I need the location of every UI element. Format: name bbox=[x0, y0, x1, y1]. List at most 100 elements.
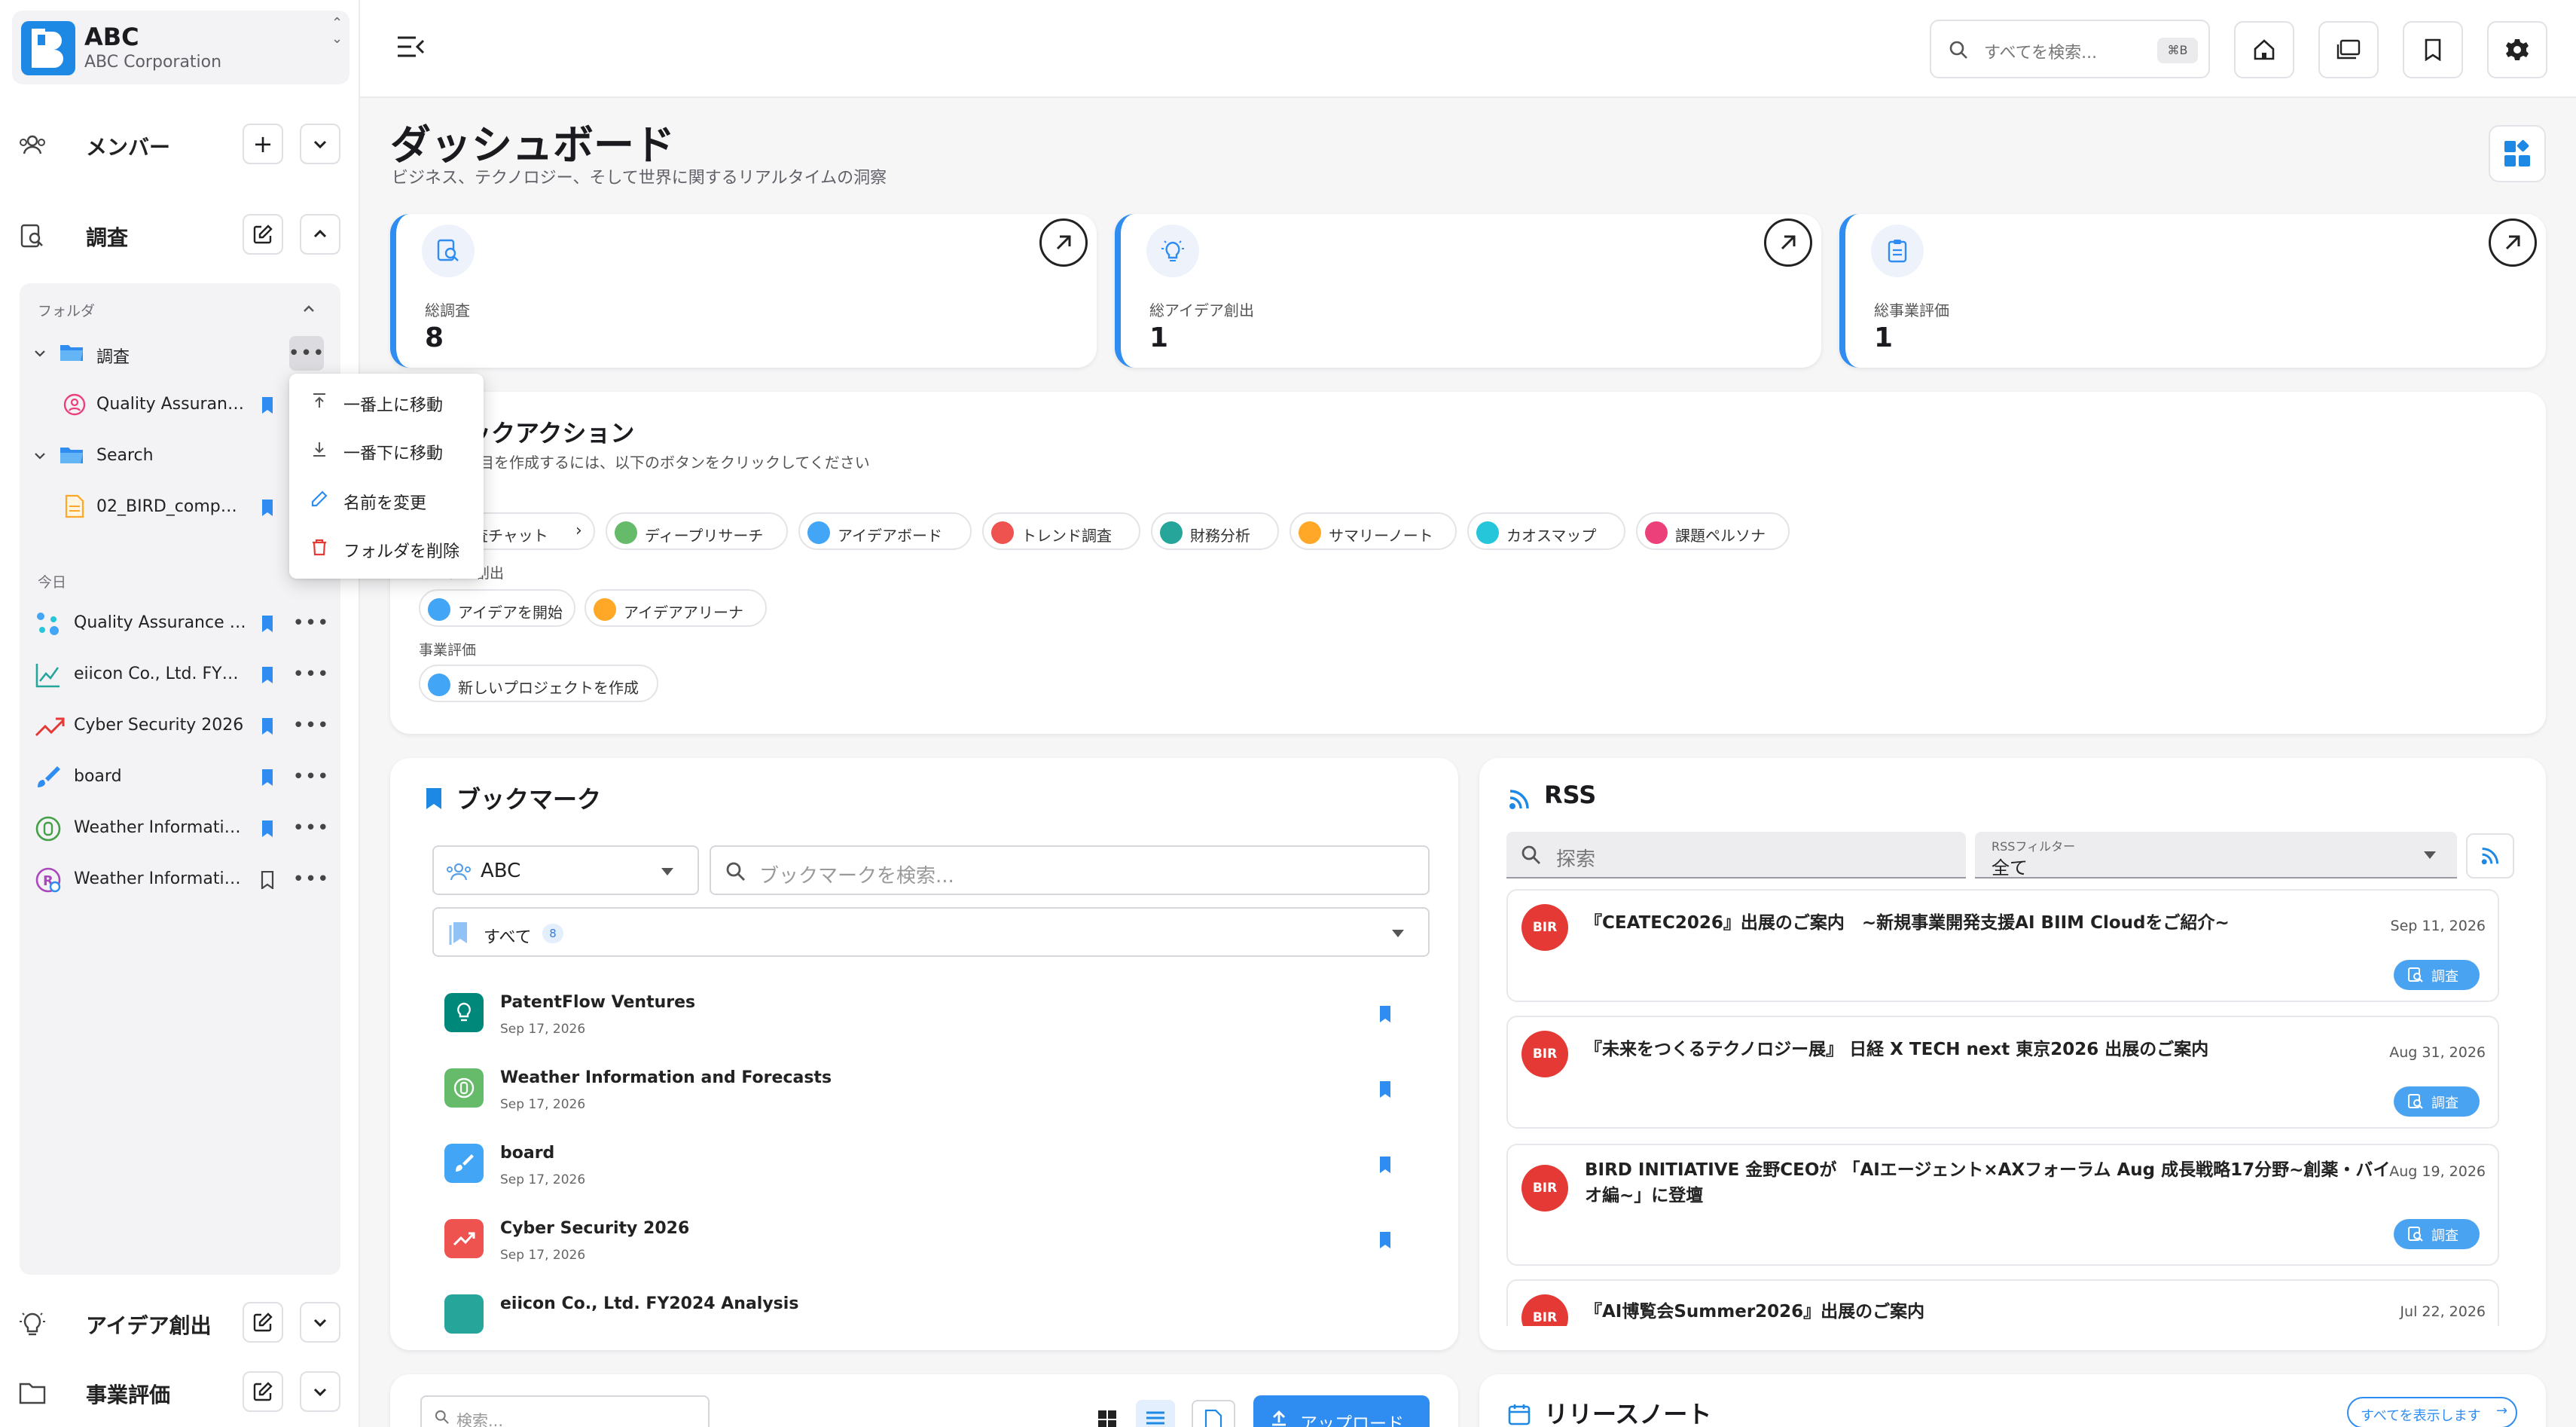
chip-new-project[interactable]: 新しいプロジェクトを作成 bbox=[419, 665, 658, 702]
arrow-up-right-icon[interactable] bbox=[2489, 218, 2537, 267]
bookmark-search-input[interactable]: ブックマークを検索... bbox=[710, 845, 1430, 895]
bookmark-filled-icon[interactable] bbox=[261, 820, 274, 838]
bookmarks-button[interactable] bbox=[2403, 21, 2463, 78]
rss-research-tag-button[interactable]: 調査 bbox=[2394, 1086, 2480, 1117]
rename-item[interactable]: 名前を変更 bbox=[289, 475, 484, 523]
move-to-top-item[interactable]: 一番上に移動 bbox=[289, 377, 484, 425]
item-more-button[interactable]: ••• bbox=[293, 606, 329, 640]
files-search-input[interactable]: 検索... bbox=[420, 1395, 710, 1427]
chevron-down-icon[interactable] bbox=[33, 347, 47, 360]
folder-more-button[interactable]: ••• bbox=[288, 336, 325, 371]
chip-trend-research[interactable]: トレンド調査 bbox=[982, 512, 1140, 550]
new-idea-button[interactable] bbox=[243, 1302, 283, 1343]
org-select[interactable]: ABC bbox=[432, 845, 699, 895]
members-section[interactable]: メンバー + bbox=[0, 118, 360, 170]
chip-start-idea[interactable]: アイデアを開始 bbox=[419, 589, 575, 627]
item-more-button[interactable]: ••• bbox=[293, 708, 329, 743]
rss-filter-select[interactable]: RSSフィルター 全て bbox=[1975, 832, 2457, 879]
rss-feed-button[interactable] bbox=[2466, 833, 2514, 879]
expand-eval-button[interactable] bbox=[300, 1371, 340, 1412]
new-document-button[interactable] bbox=[1192, 1400, 1235, 1427]
rss-item[interactable]: BIR 『CEATEC2026』出展のご案内 ~新規事業開発支援AI BIIM … bbox=[1506, 889, 2499, 1002]
quick-actions-card: クイックアクション 新しい項目を作成するには、以下のボタンをクリックしてください… bbox=[390, 392, 2546, 734]
chip-chaos-map[interactable]: カオスマップ bbox=[1467, 512, 1625, 550]
arrow-up-right-icon[interactable] bbox=[1764, 218, 1812, 267]
org-switcher[interactable]: ABC ABC Corporation ⌃ ⌄ bbox=[12, 11, 349, 84]
chip-deep-research[interactable]: ディープリサーチ bbox=[606, 512, 788, 550]
bookmark-outline-icon[interactable] bbox=[261, 871, 274, 889]
chip-idea-arena[interactable]: アイデアアリーナ bbox=[584, 589, 767, 627]
bookmark-filled-icon[interactable] bbox=[1378, 1156, 1392, 1174]
arrow-up-right-icon[interactable] bbox=[1039, 218, 1088, 267]
chip-summary-note[interactable]: サマリーノート bbox=[1290, 512, 1457, 550]
item-more-button[interactable]: ••• bbox=[293, 862, 329, 897]
bookmark-date: Sep 17, 2026 bbox=[500, 1172, 586, 1187]
idea-section[interactable]: アイデア創出 bbox=[0, 1296, 360, 1349]
rss-item[interactable]: BIR BIRD INITIATIVE 金野CEOが 「AIエージェント×AXフ… bbox=[1506, 1144, 2499, 1266]
today-item[interactable]: board ••• bbox=[20, 753, 340, 800]
today-item[interactable]: Quality Assurance Process... ••• bbox=[20, 600, 340, 646]
list-view-button[interactable] bbox=[1136, 1400, 1175, 1427]
folder-item-name: Quality Assurance Process... bbox=[96, 395, 247, 414]
stat-card-ideas[interactable]: 総アイデア創出 1 bbox=[1115, 214, 1821, 368]
chip-issue-persona[interactable]: 課題ペルソナ bbox=[1636, 512, 1790, 550]
view-all-button[interactable]: すべてを表示します → bbox=[2347, 1397, 2517, 1427]
item-more-button[interactable]: ••• bbox=[293, 811, 329, 845]
rss-research-tag-button[interactable]: 調査 bbox=[2394, 960, 2480, 990]
sidebar-toggle-icon[interactable] bbox=[396, 35, 426, 59]
bookmark-filled-icon[interactable] bbox=[1378, 1080, 1392, 1099]
research-section[interactable]: 調査 bbox=[0, 208, 360, 261]
today-item[interactable]: Weather Information and Forecasts ••• bbox=[20, 805, 340, 851]
users-icon bbox=[447, 863, 471, 881]
collapse-research-button[interactable] bbox=[300, 214, 340, 255]
bookmark-date: Sep 17, 2026 bbox=[500, 1248, 586, 1263]
bookmark-filled-icon[interactable] bbox=[261, 396, 274, 414]
today-item[interactable]: Cyber Security 2026 ••• bbox=[20, 702, 340, 749]
rss-title: RSS bbox=[1544, 781, 1597, 809]
home-button[interactable] bbox=[2234, 21, 2294, 78]
rss-search-input[interactable]: 探索 bbox=[1506, 832, 1966, 879]
customize-widgets-button[interactable] bbox=[2489, 125, 2546, 182]
upload-button[interactable]: アップロード bbox=[1253, 1395, 1430, 1427]
expand-members-button[interactable] bbox=[300, 124, 340, 164]
expand-idea-button[interactable] bbox=[300, 1302, 340, 1343]
bookmark-filled-icon[interactable] bbox=[261, 769, 274, 787]
new-eval-button[interactable] bbox=[243, 1371, 283, 1412]
today-item-name: Weather Information and Forecasts bbox=[74, 869, 247, 888]
bookmark-filled-icon[interactable] bbox=[261, 666, 274, 684]
item-more-button[interactable]: ••• bbox=[293, 657, 329, 692]
bookmark-filled-icon[interactable] bbox=[1378, 1231, 1392, 1249]
upload-label: アップロード bbox=[1300, 1414, 1404, 1427]
bookmark-filled-icon[interactable] bbox=[1378, 1005, 1392, 1023]
stat-card-research[interactable]: 総調査 8 bbox=[390, 214, 1097, 368]
today-item[interactable]: eiicon Co., Ltd. FY2024 Analysis ••• bbox=[20, 651, 340, 698]
bookmark-filled-icon[interactable] bbox=[261, 717, 274, 735]
folder-icon bbox=[19, 1383, 46, 1404]
stat-card-evaluations[interactable]: 総事業評価 1 bbox=[1839, 214, 2546, 368]
deep-research-icon bbox=[615, 521, 637, 544]
delete-folder-item[interactable]: フォルダを削除 bbox=[289, 523, 484, 571]
library-button[interactable] bbox=[2318, 21, 2379, 78]
move-to-bottom-item[interactable]: 一番下に移動 bbox=[289, 425, 484, 473]
chip-financial-analysis[interactable]: 財務分析 bbox=[1151, 512, 1279, 550]
add-member-button[interactable]: + bbox=[243, 124, 283, 164]
lightbulb-icon bbox=[1146, 225, 1199, 277]
new-research-button[interactable] bbox=[243, 214, 283, 255]
folder-row[interactable]: 調査 ••• bbox=[20, 330, 340, 377]
rss-item-date: Jul 22, 2026 bbox=[2400, 1303, 2486, 1320]
business-eval-section[interactable]: 事業評価 bbox=[0, 1365, 360, 1418]
rss-research-tag-button[interactable]: 調査 bbox=[2394, 1219, 2480, 1249]
chip-idea-board[interactable]: アイデアボード bbox=[798, 512, 972, 550]
chevron-up-icon[interactable] bbox=[301, 301, 316, 316]
rss-item[interactable]: BIR 『未来をつくるテクノロジー展』 日経 X TECH next 東京202… bbox=[1506, 1016, 2499, 1129]
chevron-down-icon[interactable] bbox=[33, 449, 47, 463]
bookmark-filled-icon[interactable] bbox=[261, 499, 274, 517]
item-more-button[interactable]: ••• bbox=[293, 759, 329, 794]
settings-button[interactable] bbox=[2487, 21, 2547, 78]
grid-view-button[interactable] bbox=[1088, 1400, 1127, 1427]
global-search[interactable]: すべてを検索... ⌘B bbox=[1930, 20, 2210, 78]
rss-item[interactable]: BIR 『AI博覧会Summer2026』出展のご案内 Jul 22, 2026 bbox=[1506, 1279, 2499, 1326]
today-item[interactable]: R Weather Information and Forecasts ••• bbox=[20, 856, 340, 903]
bookmark-filled-icon[interactable] bbox=[261, 615, 274, 633]
bookmark-filter-select[interactable]: すべて 8 bbox=[432, 907, 1430, 957]
